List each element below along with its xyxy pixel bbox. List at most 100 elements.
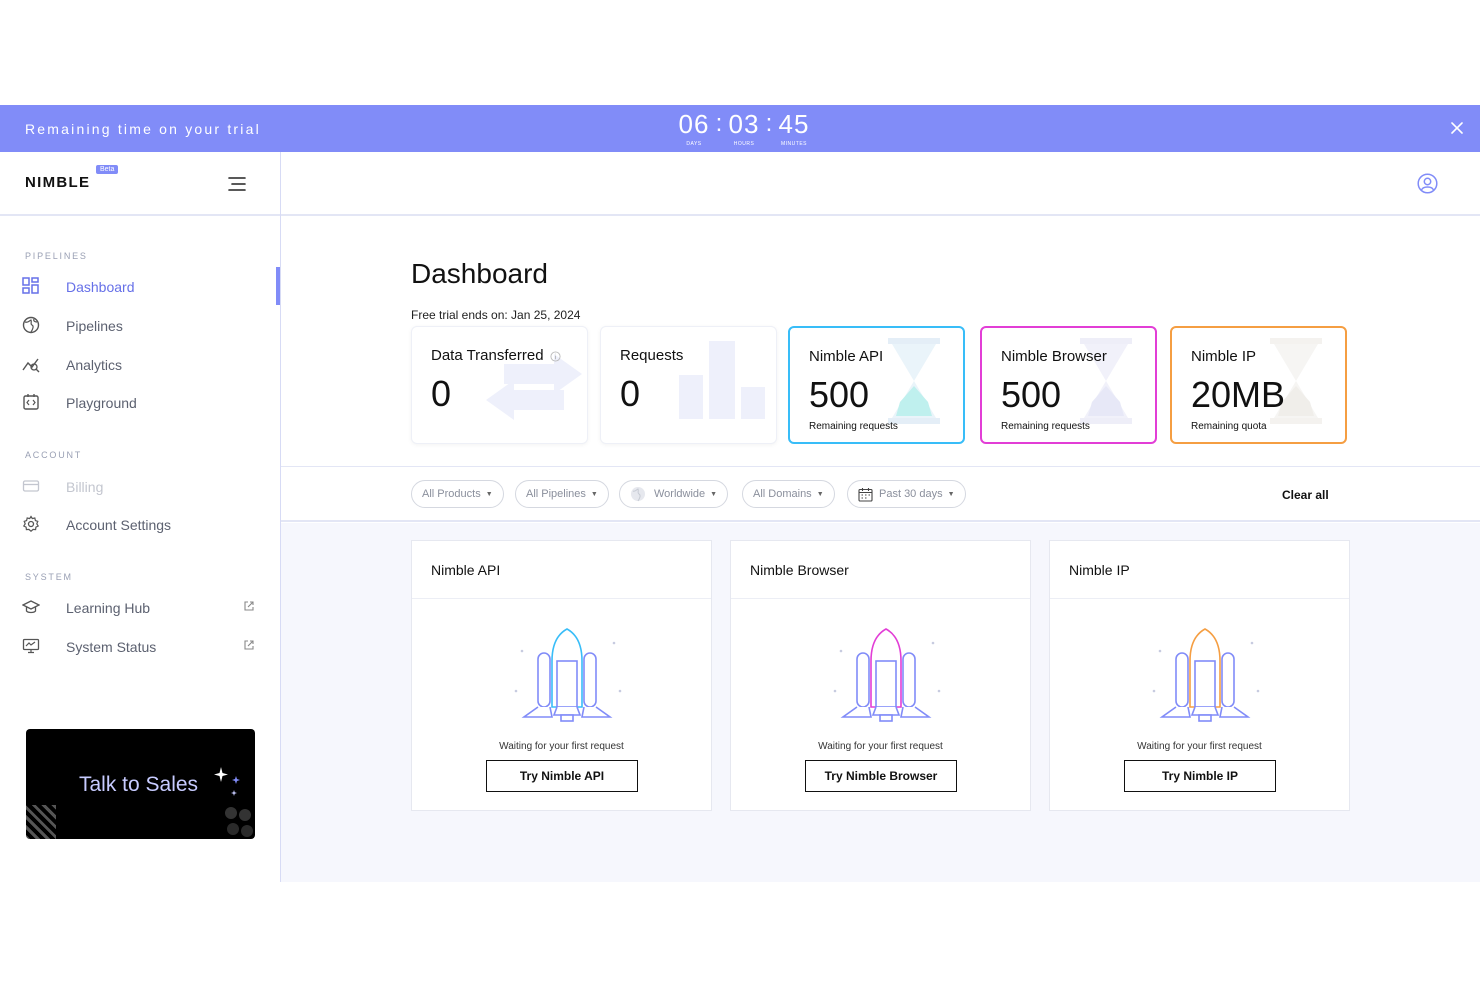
filter-bar: All Products ▼ All Pipelines ▼ Worldwide ▼ …: [281, 466, 1480, 522]
try-nimble-api-button[interactable]: Try Nimble API: [486, 760, 638, 792]
sparkle-icon: [214, 767, 240, 796]
countdown-hours-value: 03: [728, 109, 760, 139]
sidebar-item-label: Account Settings: [66, 517, 172, 533]
beta-badge: Beta: [96, 165, 119, 174]
card-title: Nimble API: [431, 562, 501, 578]
stat-subtitle: Remaining requests: [809, 421, 898, 432]
countdown-hours: 03 HOURS: [725, 109, 763, 147]
sidebar-item-label: Billing: [66, 479, 104, 495]
stat-card-nimble-api: Nimble API 500 Remaining requests: [788, 326, 965, 444]
page-title: Dashboard: [411, 258, 548, 289]
caret-down-icon: ▼: [816, 490, 824, 498]
info-icon[interactable]: [550, 350, 561, 362]
user-avatar-icon[interactable]: [1417, 173, 1438, 194]
stat-card-requests: Requests 0: [600, 326, 777, 444]
stat-subtitle: Remaining requests: [1001, 421, 1090, 432]
close-icon[interactable]: [1448, 119, 1466, 137]
menu-icon[interactable]: [228, 176, 246, 192]
logo-row: NIMBLE Beta: [0, 152, 280, 216]
filter-label: All Pipelines: [526, 488, 586, 500]
sidebar-item-label: Pipelines: [66, 318, 123, 334]
filter-label: Past 30 days: [879, 488, 943, 500]
clear-all-button[interactable]: Clear all: [1282, 488, 1329, 502]
external-link-icon: [244, 640, 254, 650]
analytics-icon: [22, 358, 40, 373]
filter-products[interactable]: All Products ▼: [411, 480, 504, 508]
bar-chart-icon: [679, 341, 765, 419]
try-nimble-ip-button[interactable]: Try Nimble IP: [1124, 760, 1276, 792]
sidebar-item-system-status[interactable]: System Status: [0, 628, 280, 664]
filter-date-range[interactable]: Past 30 days ▼: [847, 480, 966, 508]
sidebar-item-label: Learning Hub: [66, 600, 151, 616]
stat-card-nimble-browser: Nimble Browser 500 Remaining requests: [980, 326, 1157, 444]
sidebar-item-label: Dashboard: [66, 279, 135, 295]
sidebar-item-label: Analytics: [66, 357, 123, 373]
countdown-days-label: DAYS: [686, 141, 702, 147]
countdown-days: 06 DAYS: [675, 109, 713, 147]
talk-to-sales-label: Talk to Sales: [79, 773, 199, 796]
filter-pipelines[interactable]: All Pipelines ▼: [515, 480, 609, 508]
try-nimble-browser-button[interactable]: Try Nimble Browser: [805, 760, 957, 792]
section-label-system: SYSTEM: [25, 572, 73, 582]
hourglass-icon: [888, 338, 940, 424]
sidebar-item-billing: Billing: [0, 468, 280, 504]
stat-title: Nimble IP: [1191, 348, 1257, 365]
product-card-nimble-browser: Nimble Browser Waiting for your first re…: [730, 540, 1031, 811]
active-indicator: [276, 267, 280, 305]
filter-label: All Products: [422, 488, 481, 500]
card-header: Nimble Browser: [731, 541, 1030, 599]
sidebar: NIMBLE Beta PIPELINES Dashboard Pipeline…: [0, 152, 281, 882]
stat-value: 0: [431, 373, 452, 414]
decorative-stripes: [26, 805, 56, 839]
sidebar-item-pipelines[interactable]: Pipelines: [0, 307, 280, 343]
countdown-minutes: 45 MINUTES: [775, 109, 813, 147]
section-label-pipelines: PIPELINES: [25, 251, 88, 261]
trial-banner-text: Remaining time on your trial: [25, 121, 261, 137]
credit-card-icon: [22, 480, 40, 492]
sidebar-item-playground[interactable]: Playground: [0, 384, 280, 420]
countdown-separator: :: [765, 110, 773, 137]
caret-down-icon: ▼: [710, 490, 718, 498]
sidebar-item-dashboard[interactable]: Dashboard: [0, 268, 280, 304]
stat-value: 500: [1001, 374, 1062, 415]
rocket-icon: [833, 628, 941, 722]
section-label-account: ACCOUNT: [25, 450, 83, 460]
talk-to-sales-banner[interactable]: Talk to Sales: [26, 729, 255, 839]
external-link-icon: [244, 601, 254, 611]
countdown-minutes-value: 45: [778, 109, 810, 139]
rocket-icon: [1152, 628, 1260, 722]
sidebar-item-label: System Status: [66, 639, 157, 655]
sidebar-item-learning-hub[interactable]: Learning Hub: [0, 589, 280, 625]
countdown-days-value: 06: [678, 109, 710, 139]
filter-domains[interactable]: All Domains ▼: [742, 480, 835, 508]
stat-card-nimble-ip: Nimble IP 20MB Remaining quota: [1170, 326, 1347, 444]
card-status-text: Waiting for your first request: [499, 741, 624, 752]
sidebar-item-analytics[interactable]: Analytics: [0, 346, 280, 382]
card-header: Nimble IP: [1050, 541, 1349, 599]
stat-subtitle: Remaining quota: [1191, 421, 1267, 432]
sidebar-item-account-settings[interactable]: Account Settings: [0, 506, 280, 542]
countdown-hours-label: HOURS: [733, 141, 755, 147]
stat-value: 0: [620, 373, 641, 414]
caret-down-icon: ▼: [947, 490, 955, 498]
filter-label: All Domains: [753, 488, 812, 500]
card-header: Nimble API: [412, 541, 711, 599]
product-card-nimble-ip: Nimble IP Waiting for your first request…: [1049, 540, 1350, 811]
filter-region[interactable]: Worldwide ▼: [619, 480, 729, 508]
card-title: Nimble Browser: [750, 562, 849, 578]
stat-title: Nimble Browser: [1001, 348, 1107, 365]
globe-icon: [631, 487, 645, 502]
caret-down-icon: ▼: [485, 490, 493, 498]
monitor-icon: [22, 638, 40, 654]
countdown-minutes-label: MINUTES: [781, 141, 807, 147]
playground-icon: [23, 394, 39, 410]
gear-icon: [22, 515, 40, 532]
sidebar-item-label: Playground: [66, 395, 137, 411]
top-bar: [281, 152, 1480, 216]
stat-title: Nimble API: [809, 348, 884, 365]
dashboard-icon: [22, 277, 39, 294]
caret-down-icon: ▼: [590, 490, 598, 498]
trial-countdown: 06 DAYS : 03 HOURS : 45 MINUTES: [675, 109, 813, 151]
nimble-logo[interactable]: NIMBLE: [25, 174, 90, 191]
globe-icon: [22, 316, 40, 334]
